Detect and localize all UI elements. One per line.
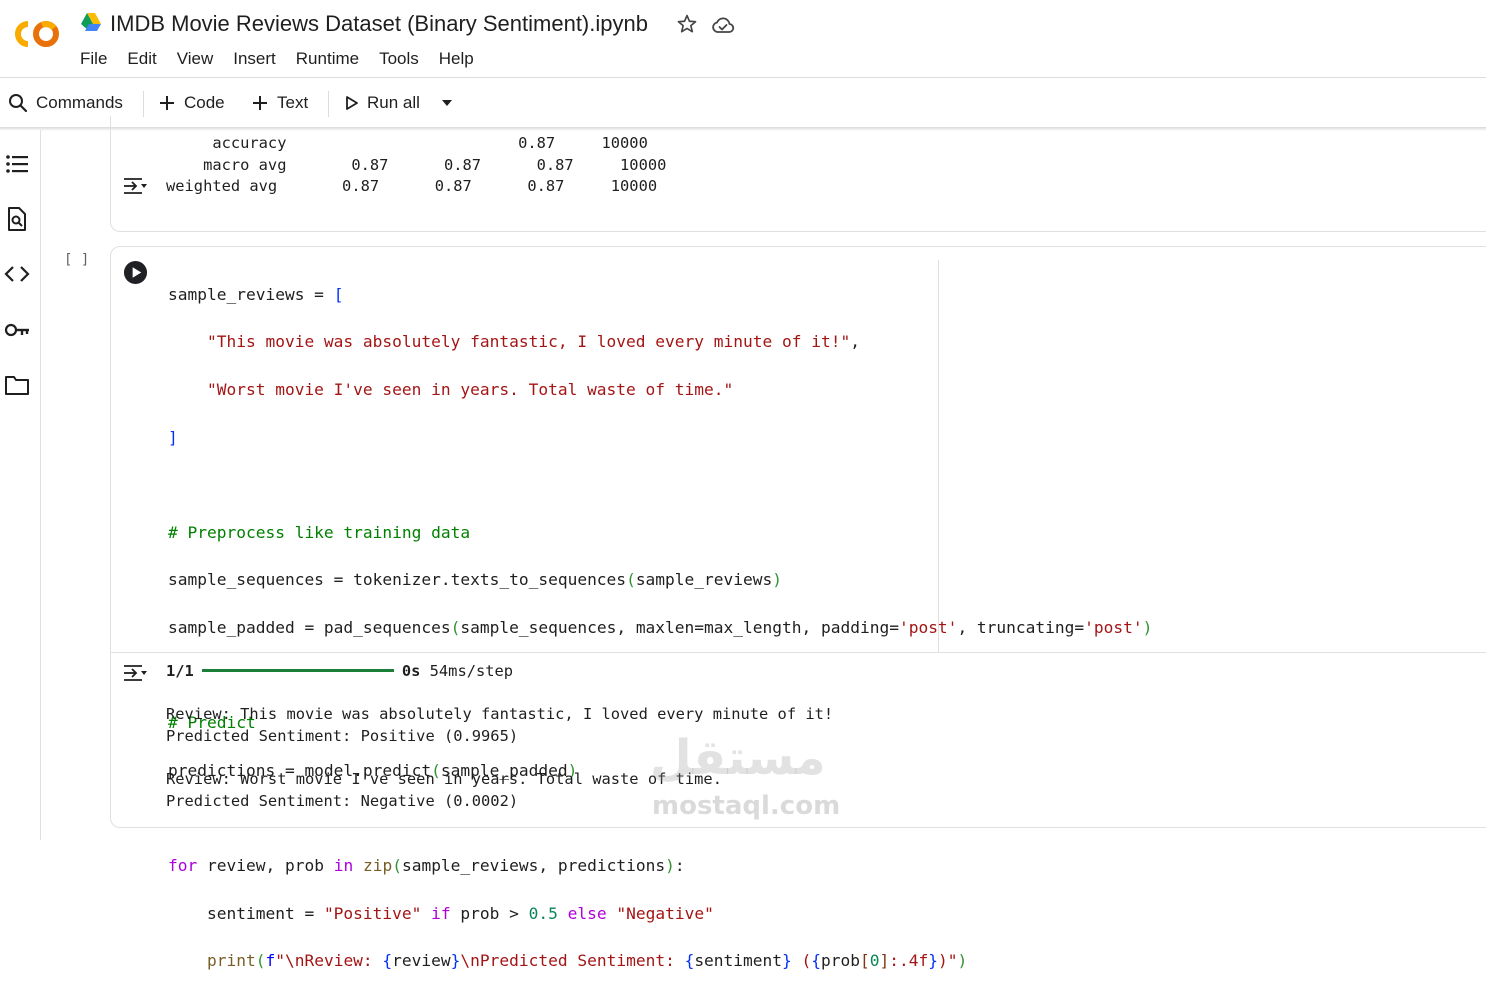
search-icon [9, 94, 28, 113]
code-editor[interactable]: sample_reviews = [ "This movie was absol… [168, 259, 1152, 997]
code-line-1: sample_reviews = [ [168, 284, 344, 304]
code-line-6: # Preprocess like training data [168, 522, 471, 542]
cloud-saved-icon[interactable] [711, 14, 735, 36]
progress-line: 1/1 0s 54ms/step [166, 661, 833, 683]
find-icon[interactable] [4, 206, 30, 232]
caret-down-icon [442, 100, 452, 106]
output-actions-icon[interactable] [122, 176, 148, 196]
output-line: weighted avg 0.87 0.87 0.87 10000 [166, 177, 658, 195]
colab-logo[interactable] [8, 14, 62, 54]
code-line-8: sample_padded = pad_sequences(sample_seq… [168, 617, 1153, 637]
code-line-14: sentiment = "Positive" if prob > 0.5 els… [168, 903, 714, 923]
progress-step: 1/1 [166, 662, 194, 680]
watermark-arabic: مستقل [650, 730, 826, 786]
left-sidebar [0, 130, 41, 840]
output-line: macro avg 0.87 0.87 0.87 10000 [166, 155, 667, 174]
menu-view[interactable]: View [177, 48, 224, 70]
execution-count: [ ] [64, 252, 90, 268]
google-drive-icon[interactable] [80, 12, 102, 32]
add-text-label: Text [277, 93, 309, 112]
menu-runtime[interactable]: Runtime [296, 48, 369, 70]
star-icon[interactable] [676, 13, 698, 35]
output-line: Review: This movie was absolutely fantas… [166, 705, 834, 724]
watermark-latin: mostaql.com [652, 791, 841, 821]
toolbar-separator [328, 91, 329, 117]
code-line-3: "Worst movie I've seen in years. Total w… [206, 379, 734, 399]
secrets-key-icon[interactable] [4, 317, 30, 343]
table-of-contents-icon[interactable] [4, 151, 30, 177]
progress-rate: 54ms/step [429, 662, 514, 680]
notebook-title[interactable]: IMDB Movie Reviews Dataset (Binary Senti… [110, 11, 648, 37]
output-actions-icon[interactable] [122, 663, 148, 683]
commands-label: Commands [36, 93, 123, 112]
progress-bar [201, 669, 394, 672]
menu-edit[interactable]: Edit [127, 48, 166, 70]
toolbar-separator [143, 91, 144, 117]
menu-file[interactable]: File [80, 48, 117, 70]
commands-button[interactable]: Commands [8, 78, 123, 128]
code-line-13: for review, prob in zip(sample_reviews, … [168, 855, 685, 875]
menu-tools[interactable]: Tools [379, 48, 429, 70]
progress-time: 0s [401, 662, 421, 680]
output-line: accuracy 0.87 10000 [166, 134, 648, 152]
code-line-4: ] [168, 427, 178, 447]
files-folder-icon[interactable] [4, 372, 30, 398]
run-all-label: Run all [367, 93, 420, 112]
menu-insert[interactable]: Insert [233, 48, 286, 70]
code-line-15: print(f"\nReview: {review}\nPredicted Se… [206, 951, 968, 971]
code-snippets-icon[interactable] [4, 261, 30, 287]
run-cell-button[interactable] [123, 260, 148, 285]
play-icon [346, 96, 358, 110]
menu-help[interactable]: Help [439, 48, 484, 70]
plus-icon [253, 96, 267, 110]
cell-output-divider [110, 652, 1486, 653]
code-line-2: "This movie was absolutely fantastic, I … [206, 332, 860, 352]
classification-report-output: accuracy 0.87 10000 macro avg 0.87 0.87 … [166, 133, 666, 198]
plus-icon [160, 96, 174, 110]
code-line-7: sample_sequences = tokenizer.texts_to_se… [168, 570, 783, 590]
add-code-label: Code [184, 93, 225, 112]
menu-bar: File Edit View Insert Runtime Tools Help [80, 48, 494, 70]
